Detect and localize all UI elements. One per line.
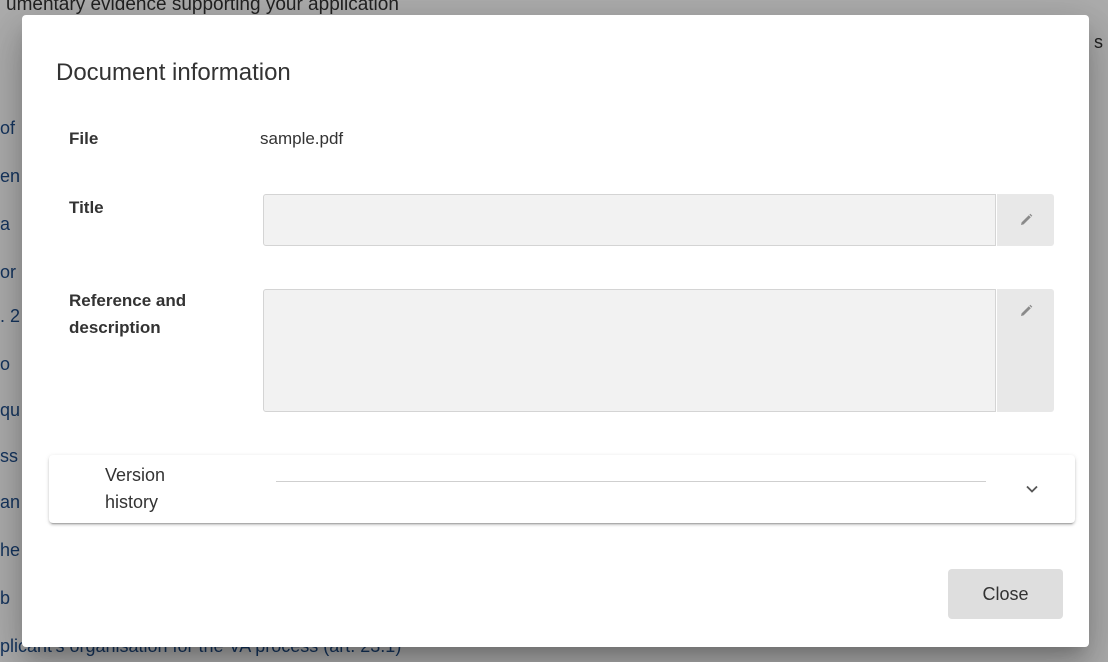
document-information-dialog: Document information File sample.pdf Tit…	[22, 15, 1089, 647]
file-label: File	[69, 129, 99, 148]
chevron-down-icon[interactable]	[1025, 482, 1039, 496]
pencil-icon	[1020, 304, 1032, 316]
edit-reference-button[interactable]	[997, 289, 1054, 412]
close-button[interactable]: Close	[948, 569, 1063, 619]
title-input[interactable]	[263, 194, 996, 246]
reference-description-label: Reference and description	[69, 291, 187, 337]
version-history-label: Version history	[105, 465, 166, 512]
reference-description-input[interactable]	[263, 289, 996, 412]
dialog-title: Document information	[56, 59, 291, 86]
pencil-icon	[1020, 213, 1032, 225]
file-name-value: sample.pdf	[260, 129, 344, 148]
title-label: Title	[69, 198, 104, 217]
divider	[276, 481, 986, 482]
edit-title-button[interactable]	[997, 194, 1054, 246]
version-history-panel[interactable]: Version history	[49, 455, 1075, 523]
